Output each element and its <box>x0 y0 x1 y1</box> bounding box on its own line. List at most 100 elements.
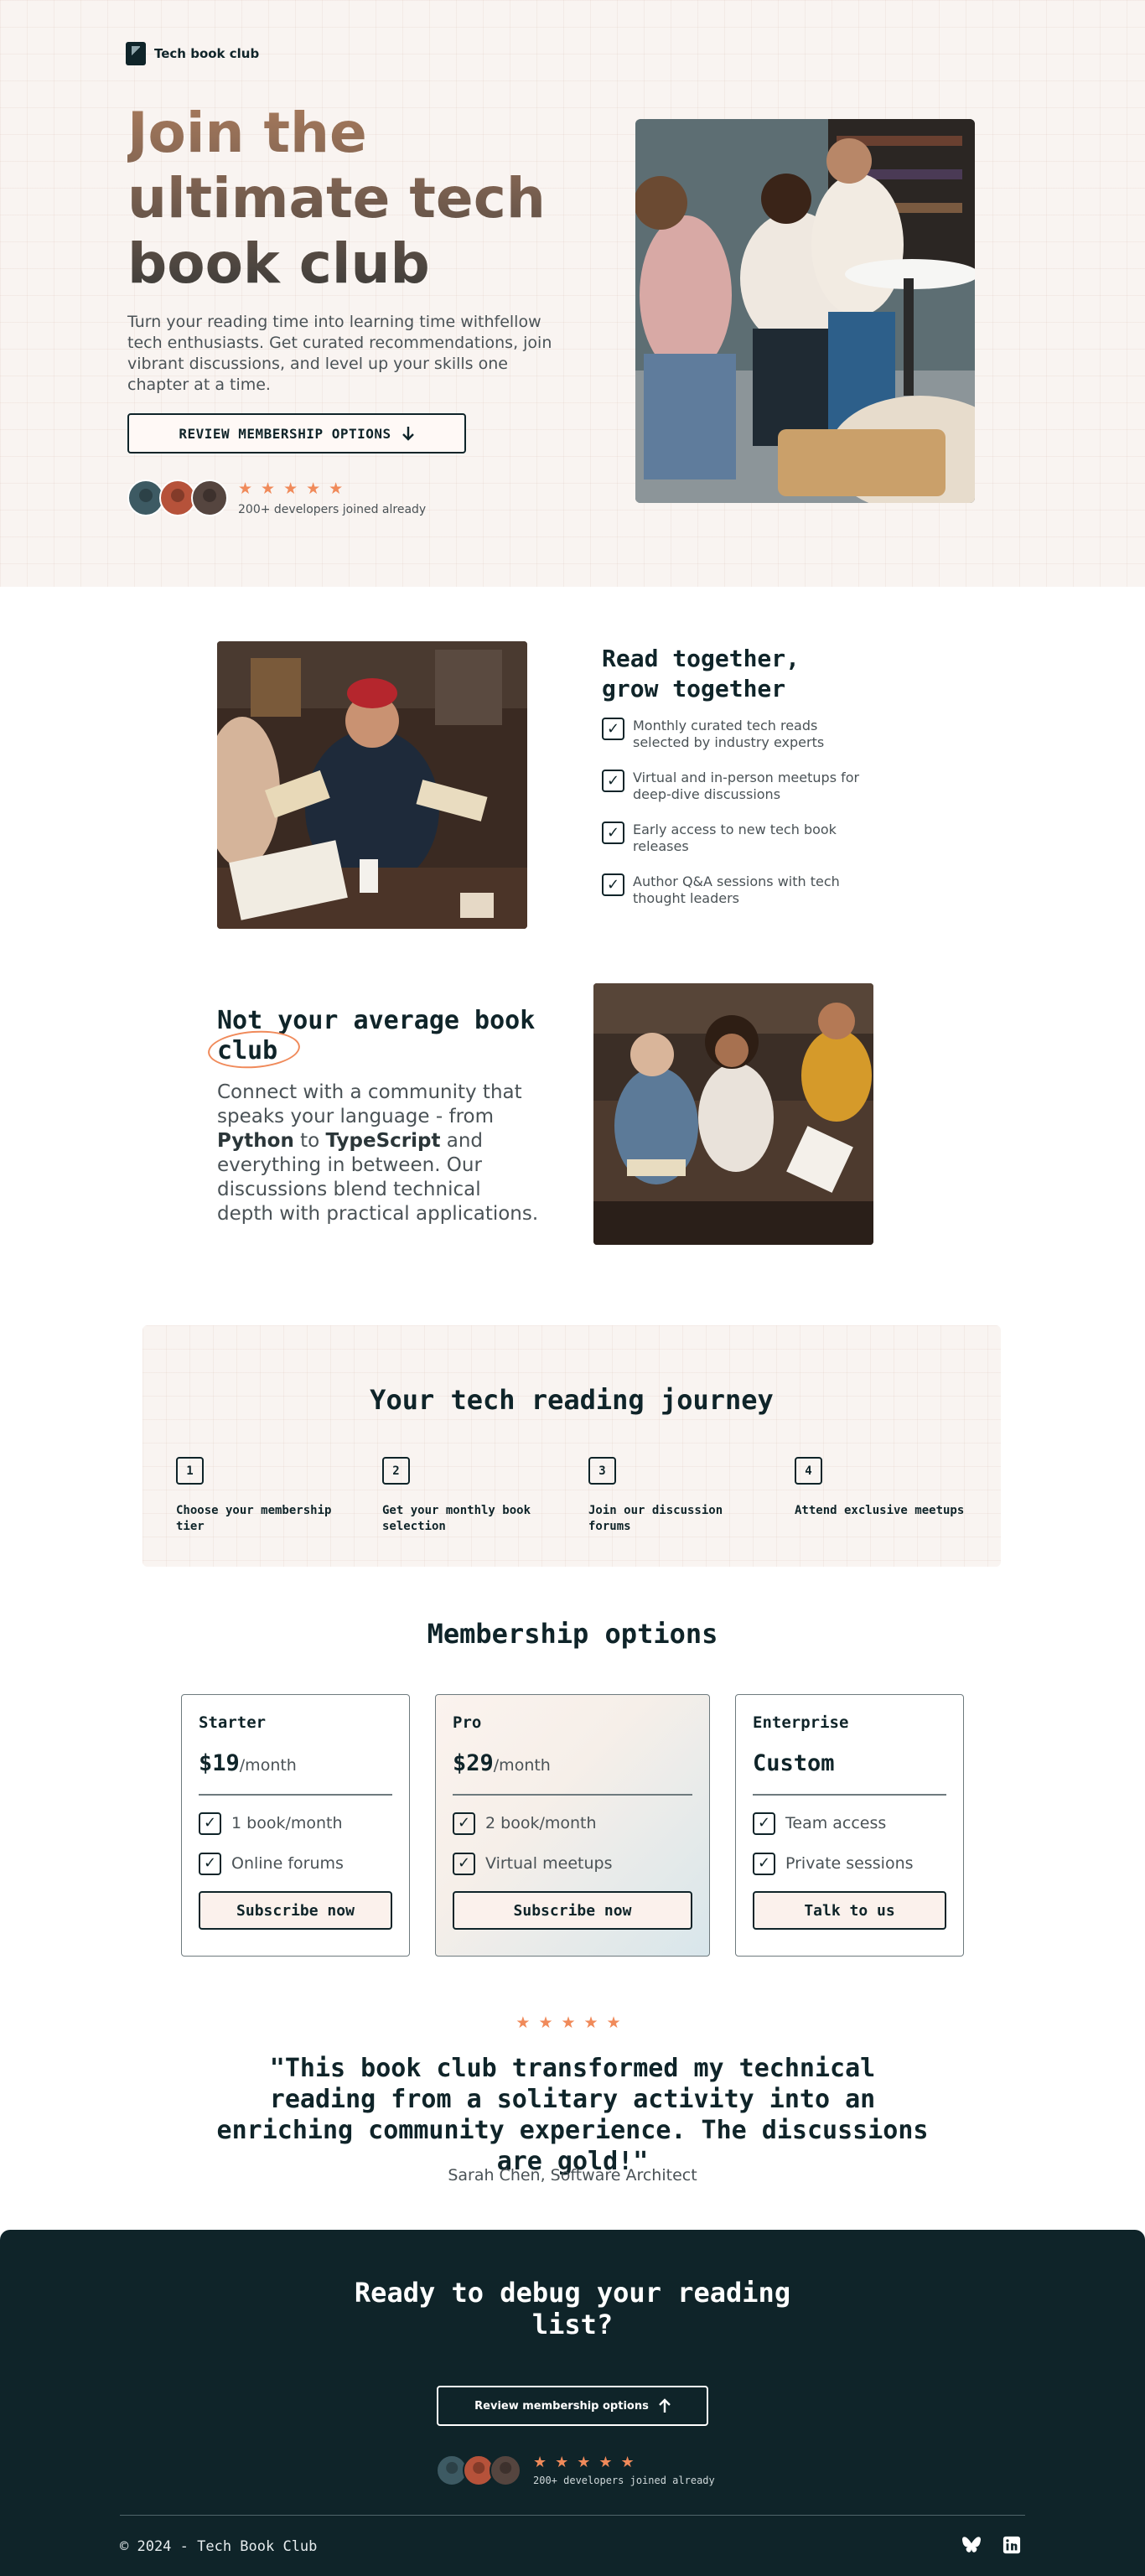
benefits-list: ✓ Monthly curated tech reads selected by … <box>602 718 870 925</box>
hero-subtitle: Turn your reading time into learning tim… <box>127 313 552 394</box>
step-label: Attend exclusive meetups <box>795 1504 965 1517</box>
footer-social-links <box>962 2536 1021 2554</box>
subscribe-pro-button[interactable]: Subscribe now <box>453 1891 692 1930</box>
plan-price-amount: $29 <box>453 1750 494 1776</box>
list-item: ✓ Early access to new tech book releases <box>602 822 870 855</box>
social-proof: ★★★★★ 200+ developers joined already <box>127 479 426 516</box>
divider <box>753 1794 946 1796</box>
cta-social-proof: ★★★★★ 200+ developers joined already <box>436 2454 715 2486</box>
hero-photo <box>635 119 975 503</box>
checkbox-icon: ✓ <box>753 1811 775 1835</box>
step-number: 1 <box>176 1457 204 1485</box>
checkbox-icon: ✓ <box>602 718 624 740</box>
divider <box>453 1794 692 1796</box>
checkbox-icon: ✓ <box>199 1852 221 1875</box>
plan-price-period: /month <box>493 1756 551 1775</box>
footer-copyright: © 2024 - Tech Book Club <box>120 2538 318 2555</box>
checkbox-icon: ✓ <box>453 1852 475 1875</box>
social-proof-text: 200+ developers joined already <box>238 503 427 516</box>
plan-feature: ✓ 1 book/month <box>199 1811 392 1836</box>
list-item: ✓ Virtual and in-person meetups for deep-… <box>602 770 870 803</box>
journey-section: Your tech reading journey 1 Choose your … <box>142 1325 1001 1567</box>
plan-price: $19/month <box>199 1750 392 1784</box>
hero-section: Tech book club Join the ultimate tech bo… <box>0 0 1145 587</box>
divider <box>199 1794 392 1796</box>
checkbox-icon: ✓ <box>199 1811 221 1835</box>
subscribe-starter-button[interactable]: Subscribe now <box>199 1891 392 1930</box>
testimonial-stars: ★★★★★ <box>516 2014 629 2032</box>
plan-feature-text: 1 book/month <box>231 1814 343 1832</box>
checkbox-icon: ✓ <box>602 873 624 896</box>
plan-name: Enterprise <box>753 1713 849 1732</box>
step-label: Join our discussion forums <box>588 1504 723 1533</box>
logo[interactable]: Tech book club <box>126 42 259 65</box>
read-together-title: Read together, grow together <box>602 645 800 702</box>
linkedin-icon[interactable] <box>1003 2536 1021 2554</box>
plan-price: Custom <box>753 1750 946 1784</box>
review-membership-button[interactable]: REVIEW MEMBERSHIP OPTIONS <box>127 413 466 454</box>
community-photo <box>593 983 873 1245</box>
plan-price: $29/month <box>453 1750 692 1784</box>
talk-to-us-button[interactable]: Talk to us <box>753 1891 946 1930</box>
list-item: ✓ Monthly curated tech reads selected by … <box>602 718 870 751</box>
step-number: 2 <box>382 1457 410 1485</box>
review-membership-label: REVIEW MEMBERSHIP OPTIONS <box>179 425 391 442</box>
footer-divider <box>120 2515 1025 2516</box>
checkbox-icon: ✓ <box>453 1811 475 1835</box>
community-text: Connect with a community that speaks you… <box>217 1081 540 1226</box>
plan-price-amount: Custom <box>753 1750 835 1776</box>
book-discussion-photo <box>217 641 527 929</box>
social-proof-text: 200+ developers joined already <box>533 2475 715 2486</box>
logo-text: Tech book club <box>154 46 260 61</box>
plan-feature-text: 2 book/month <box>485 1814 597 1832</box>
community-text-part: Connect with a community that speaks you… <box>217 1081 522 1127</box>
bluesky-icon[interactable] <box>962 2536 981 2554</box>
arrow-down-icon <box>402 427 414 441</box>
list-item: ✓ Author Q&A sessions with tech thought l… <box>602 873 870 907</box>
plan-feature: ✓ 2 book/month <box>453 1811 692 1836</box>
python-label: Python <box>217 1130 294 1152</box>
avatar-group <box>436 2454 521 2486</box>
hero-title: Join the ultimate tech book club <box>127 101 563 297</box>
plan-feature-text: Team access <box>785 1814 887 1832</box>
avatar <box>490 2454 521 2486</box>
avatar-group <box>127 479 228 516</box>
logo-icon <box>126 42 146 65</box>
community-text-part: to <box>293 1130 326 1152</box>
testimonial-quote: "This book club transformed my technical… <box>216 2054 929 2176</box>
plan-feature: ✓ Virtual meetups <box>453 1851 692 1876</box>
checkbox-icon: ✓ <box>602 822 624 844</box>
typescript-label: TypeScript <box>325 1130 441 1152</box>
plan-feature: ✓ Team access <box>753 1811 946 1836</box>
plan-name: Pro <box>453 1713 482 1732</box>
membership-title: Membership options <box>427 1618 718 1650</box>
avatar <box>191 479 228 516</box>
checkbox-icon: ✓ <box>753 1852 775 1875</box>
step-label: Get your monthly book selection <box>382 1504 531 1533</box>
rating-stars: ★★★★★ <box>533 2454 643 2471</box>
journey-step: 2 Get your monthly book selection <box>382 1457 558 1535</box>
cta-title: Ready to debug your reading list? <box>354 2277 791 2340</box>
cta-footer-section: Ready to debug your reading list? Review… <box>0 2230 1145 2576</box>
list-item-text: Monthly curated tech reads selected by i… <box>633 718 825 750</box>
plan-card-starter: Starter $19/month ✓ 1 book/month ✓ Online … <box>181 1694 410 1957</box>
rating-stars: ★★★★★ <box>238 479 352 498</box>
list-item-text: Early access to new tech book releases <box>633 822 837 854</box>
plan-feature: ✓ Online forums <box>199 1851 392 1876</box>
step-number: 4 <box>795 1457 822 1485</box>
step-number: 3 <box>588 1457 616 1485</box>
testimonial-author: Sarah Chen, Software Architect <box>448 2166 697 2185</box>
journey-step: 1 Choose your membership tier <box>176 1457 352 1535</box>
cta-button-label: Review membership options <box>474 2399 649 2413</box>
plan-feature-text: Private sessions <box>785 1854 914 1873</box>
plan-card-enterprise: Enterprise Custom ✓ Team access ✓ Private … <box>735 1694 964 1957</box>
step-label: Choose your membership tier <box>176 1504 332 1533</box>
plan-feature: ✓ Private sessions <box>753 1851 946 1876</box>
plan-price-amount: $19 <box>199 1750 240 1776</box>
cta-review-membership-button[interactable]: Review membership options <box>437 2386 708 2426</box>
journey-step: 3 Join our discussion forums <box>588 1457 764 1535</box>
plan-card-pro: Pro $29/month ✓ 2 book/month ✓ Virtual mee… <box>435 1694 710 1957</box>
plan-price-period: /month <box>239 1756 297 1775</box>
checkbox-icon: ✓ <box>602 770 624 792</box>
list-item-text: Virtual and in-person meetups for deep-d… <box>633 770 860 802</box>
